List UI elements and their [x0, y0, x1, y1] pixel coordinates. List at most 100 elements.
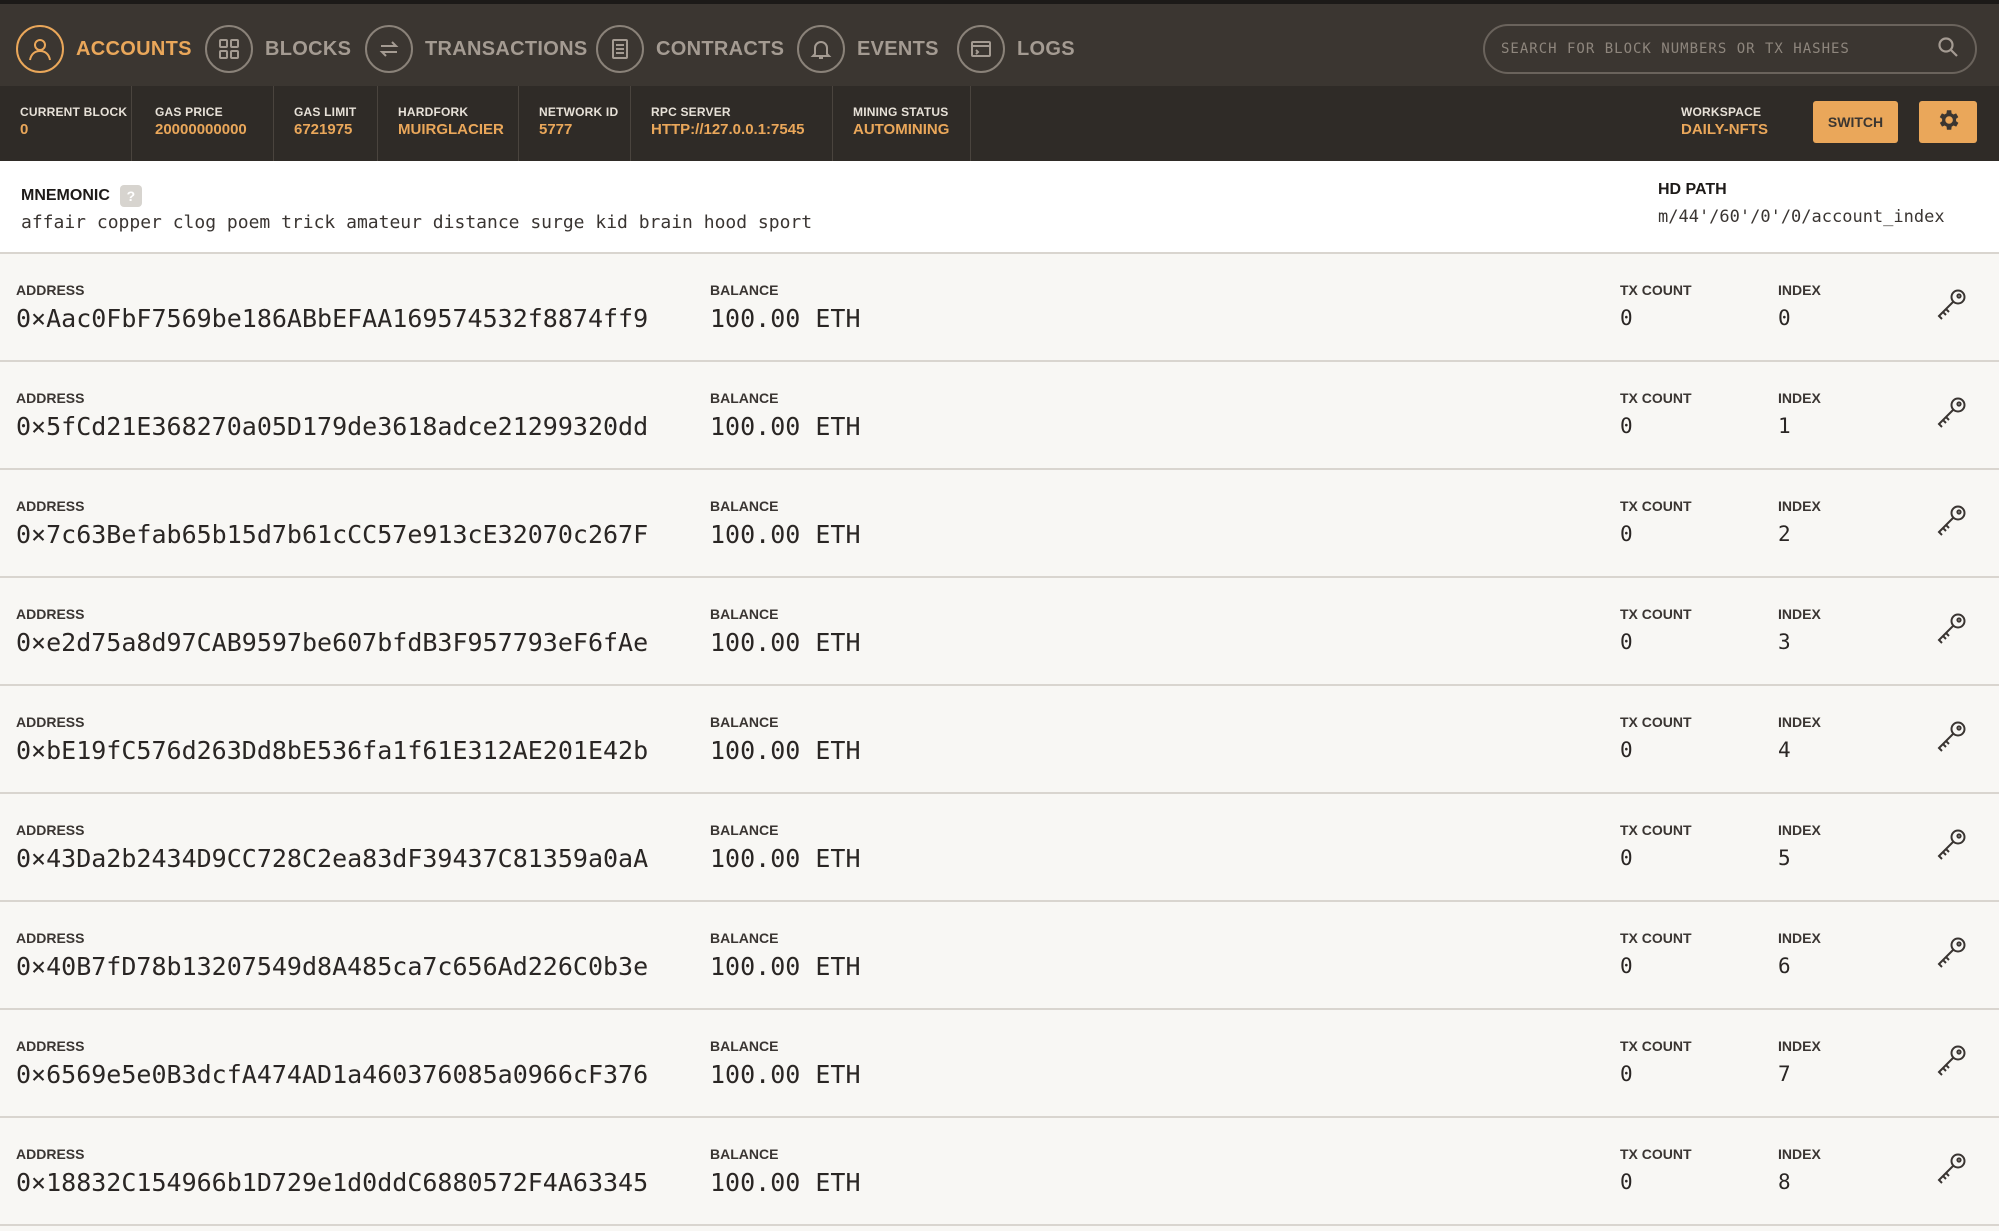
account-tx-count: 0: [1620, 414, 1633, 438]
account-row[interactable]: Address 0×18832C154966b1D729e1d0ddC688057…: [0, 1118, 1999, 1226]
show-keys-button[interactable]: [1930, 1042, 1972, 1084]
mnemonic-panel: Mnemonic ? affair copper clog poem trick…: [0, 161, 1999, 254]
address-label: Address: [16, 822, 85, 838]
account-index: 7: [1778, 1062, 1791, 1086]
bell-icon: [797, 25, 845, 73]
stat-label: Hardfork: [398, 105, 469, 119]
stat-value: 6721975: [294, 121, 353, 138]
balance-label: Balance: [710, 498, 779, 514]
stat-label: Gas Limit: [294, 105, 357, 119]
account-tx-count: 0: [1620, 1062, 1633, 1086]
account-tx-count: 0: [1620, 846, 1633, 870]
account-row[interactable]: Address 0×40B7fD78b13207549d8A485ca7c656A…: [0, 902, 1999, 1010]
account-row[interactable]: Address 0×43Da2b2434D9CC728C2ea83dF39437C…: [0, 794, 1999, 902]
show-keys-button[interactable]: [1930, 826, 1972, 868]
hd-path-label: HD Path: [1658, 181, 1727, 198]
account-index: 0: [1778, 306, 1791, 330]
tab-blocks[interactable]: Blocks: [205, 8, 351, 90]
show-keys-button[interactable]: [1930, 610, 1972, 652]
terminal-icon: [957, 25, 1005, 73]
stat-label: Network ID: [539, 105, 619, 119]
tab-transactions[interactable]: Transactions: [365, 8, 588, 90]
show-keys-button[interactable]: [1930, 286, 1972, 328]
tab-contracts[interactable]: Contracts: [596, 8, 784, 90]
account-balance: 100.00 ETH: [710, 304, 861, 333]
balance-label: Balance: [710, 930, 779, 946]
search-input[interactable]: [1501, 41, 1937, 57]
mnemonic-words: affair copper clog poem trick amateur di…: [21, 212, 813, 233]
stat-current-block: Current Block 0: [0, 86, 132, 161]
stat-label: Current Block: [20, 105, 128, 119]
account-address: 0×e2d75a8d97CAB9597be607bfdB3F957793eF6f…: [16, 628, 649, 657]
account-index: 5: [1778, 846, 1791, 870]
tab-label: Contracts: [656, 37, 785, 60]
stat-label: Mining Status: [853, 105, 949, 119]
tab-logs[interactable]: Logs: [957, 8, 1075, 90]
key-icon: [1933, 719, 1969, 760]
balance-label: Balance: [710, 1146, 779, 1162]
switch-button[interactable]: Switch: [1813, 101, 1898, 143]
account-tx-count: 0: [1620, 738, 1633, 762]
show-keys-button[interactable]: [1930, 934, 1972, 976]
key-icon: [1933, 287, 1969, 328]
account-row[interactable]: Address 0×Aac0FbF7569be186ABbEFAA16957453…: [0, 254, 1999, 362]
account-index: 6: [1778, 954, 1791, 978]
tab-accounts[interactable]: Accounts: [16, 8, 192, 90]
account-tx-count: 0: [1620, 954, 1633, 978]
stat-value: DAILY-NFTS: [1681, 121, 1768, 138]
account-address: 0×40B7fD78b13207549d8A485ca7c656Ad226C0b…: [16, 952, 649, 981]
key-icon: [1933, 611, 1969, 652]
address-label: Address: [16, 930, 85, 946]
status-bar: Current Block 0 Gas Price 20000000000 Ga…: [0, 86, 1999, 161]
mnemonic-label: Mnemonic ?: [21, 185, 142, 207]
help-icon[interactable]: ?: [119, 185, 142, 207]
account-row[interactable]: Address 0×7c63Befab65b15d7b61cCC57e913cE3…: [0, 470, 1999, 578]
stat-value: 20000000000: [155, 121, 247, 138]
stat-gas-limit: Gas Limit 6721975: [274, 86, 378, 161]
stat-label: Gas Price: [155, 105, 223, 119]
account-balance: 100.00 ETH: [710, 1060, 861, 1089]
stat-value: Muirglacier: [398, 121, 504, 138]
show-keys-button[interactable]: [1930, 394, 1972, 436]
account-row[interactable]: Address 0×e2d75a8d97CAB9597be607bfdB3F957…: [0, 578, 1999, 686]
show-keys-button[interactable]: [1930, 718, 1972, 760]
account-tx-count: 0: [1620, 522, 1633, 546]
address-label: Address: [16, 282, 85, 298]
account-row[interactable]: Address 0×bE19fC576d263Dd8bE536fa1f61E312…: [0, 686, 1999, 794]
account-index: 2: [1778, 522, 1791, 546]
account-address: 0×7c63Befab65b15d7b61cCC57e913cE32070c26…: [16, 520, 649, 549]
account-index: 1: [1778, 414, 1791, 438]
stat-gas-price: Gas Price 20000000000: [135, 86, 274, 161]
index-label: Index: [1778, 606, 1821, 622]
index-label: Index: [1778, 714, 1821, 730]
stat-mining-status: Mining Status Automining: [833, 86, 971, 161]
account-balance: 100.00 ETH: [710, 412, 861, 441]
account-tx-count: 0: [1620, 306, 1633, 330]
key-icon: [1933, 1151, 1969, 1192]
account-address: 0×6569e5e0B3dcfA474AD1a460376085a0966cF3…: [16, 1060, 649, 1089]
index-label: Index: [1778, 390, 1821, 406]
search-box: [1483, 24, 1977, 74]
account-address: 0×Aac0FbF7569be186ABbEFAA169574532f8874f…: [16, 304, 649, 333]
account-tx-count: 0: [1620, 630, 1633, 654]
show-keys-button[interactable]: [1930, 502, 1972, 544]
balance-label: Balance: [710, 822, 779, 838]
account-row[interactable]: Address 0×5fCd21E368270a05D179de3618adce2…: [0, 362, 1999, 470]
settings-button[interactable]: [1919, 101, 1977, 143]
stat-value: Automining: [853, 121, 950, 138]
account-balance: 100.00 ETH: [710, 952, 861, 981]
stat-workspace: Workspace DAILY-NFTS: [1661, 86, 1801, 161]
search-icon[interactable]: [1937, 36, 1959, 63]
account-balance: 100.00 ETH: [710, 628, 861, 657]
balance-label: Balance: [710, 282, 779, 298]
tab-label: Transactions: [425, 37, 588, 60]
tab-label: Events: [857, 37, 939, 60]
account-index: 8: [1778, 1170, 1791, 1194]
show-keys-button[interactable]: [1930, 1150, 1972, 1192]
account-address: 0×bE19fC576d263Dd8bE536fa1f61E312AE201E4…: [16, 736, 649, 765]
tab-events[interactable]: Events: [797, 8, 939, 90]
accounts-list: Address 0×Aac0FbF7569be186ABbEFAA16957453…: [0, 254, 1999, 1226]
account-row[interactable]: Address 0×6569e5e0B3dcfA474AD1a460376085a…: [0, 1010, 1999, 1118]
account-tx-count: 0: [1620, 1170, 1633, 1194]
account-balance: 100.00 ETH: [710, 736, 861, 765]
